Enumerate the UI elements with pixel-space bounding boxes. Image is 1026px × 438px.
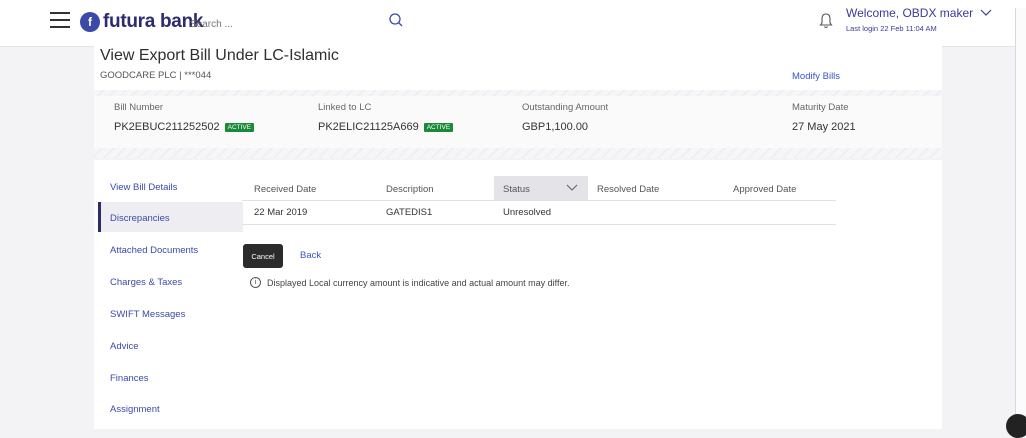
nav-item-swift-messages[interactable]: SWIFT Messages (110, 309, 185, 320)
header-received-date[interactable]: Received Date (254, 184, 316, 195)
back-button[interactable]: Back (300, 250, 321, 261)
chat-icon[interactable] (1006, 414, 1026, 438)
page-scrollbar[interactable] (1015, 8, 1026, 429)
header-resolved-date[interactable]: Resolved Date (597, 184, 659, 195)
outstanding-label: Outstanding Amount (522, 102, 609, 113)
menu-icon[interactable] (50, 12, 70, 28)
chevron-down-icon (980, 9, 991, 16)
nav-item-assignment[interactable]: Assignment (110, 404, 160, 415)
lc-status-badge: ACTIVE (423, 122, 454, 132)
cell-received-date: 22 Mar 2019 (254, 207, 308, 218)
search-box (188, 10, 380, 38)
maturity-label: Maturity Date (792, 102, 849, 113)
modify-bills-link[interactable]: Modify Bills (792, 71, 840, 82)
header-status[interactable]: Status (503, 184, 530, 195)
nav-item-finances[interactable]: Finances (110, 373, 149, 384)
linked-lc-value: PK2ELIC21125A669 ACTIVE (318, 121, 454, 133)
page-title: View Export Bill Under LC-Islamic (100, 47, 339, 64)
nav-item-attached-documents[interactable]: Attached Documents (110, 245, 198, 256)
linked-lc: PK2ELIC21125A669 (318, 121, 419, 133)
welcome-menu[interactable]: Welcome, OBDX maker (846, 6, 992, 20)
cell-description: GATEDIS1 (386, 207, 433, 218)
linked-lc-label: Linked to LC (318, 102, 372, 113)
currency-note: i Displayed Local currency amount is ind… (250, 277, 570, 288)
logo[interactable]: f futura bank (80, 10, 203, 34)
welcome-text: Welcome, OBDX maker (846, 6, 974, 20)
nav-item-discrepancies[interactable]: Discrepancies (110, 213, 170, 224)
info-icon: i (250, 277, 261, 288)
search-icon[interactable] (388, 12, 404, 28)
outstanding-amount: GBP1,100.00 (522, 121, 589, 133)
chevron-down-icon[interactable] (566, 184, 578, 192)
search-input[interactable] (188, 10, 380, 38)
cancel-button[interactable]: Cancel (243, 244, 283, 268)
notification-bell-icon[interactable] (818, 12, 834, 30)
nav-item-view-bill-details[interactable]: View Bill Details (110, 182, 177, 193)
bill-status-badge: ACTIVE (224, 122, 255, 132)
header-description[interactable]: Description (386, 184, 434, 195)
table-header-divider (242, 200, 836, 201)
bill-number-label: Bill Number (114, 102, 164, 113)
party-info: GOODCARE PLC | ***044 (100, 70, 212, 81)
nav-item-charges-taxes[interactable]: Charges & Taxes (110, 277, 182, 288)
bill-number: PK2EBUC211252502 (114, 121, 220, 133)
header-approved-date[interactable]: Approved Date (733, 184, 796, 195)
nav-item-advice[interactable]: Advice (110, 341, 139, 352)
bank-logo-icon: f (80, 12, 100, 32)
maturity-date: 27 May 2021 (792, 121, 856, 133)
last-login: Last login 22 Feb 11:04 AM (846, 24, 937, 33)
table-row-divider (242, 224, 836, 225)
note-text: Displayed Local currency amount is indic… (267, 277, 570, 288)
bill-number-value: PK2EBUC211252502 ACTIVE (114, 121, 255, 133)
cell-status: Unresolved (503, 207, 552, 218)
